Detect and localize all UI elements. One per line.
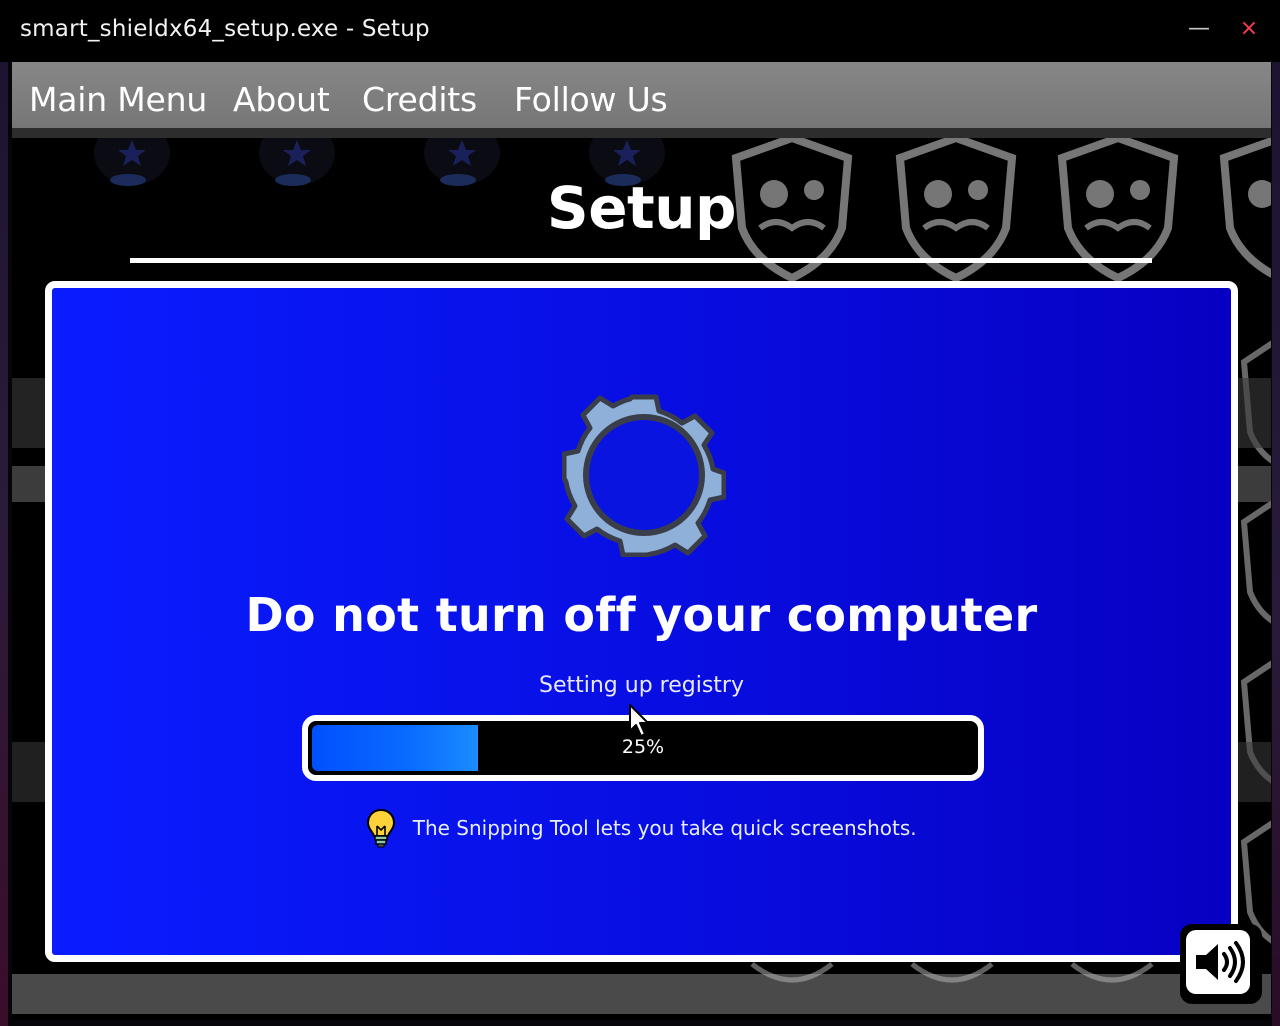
- setup-panel: Do not turn off your computer Setting up…: [45, 281, 1238, 962]
- decorative-bottom-shields: [750, 962, 1154, 983]
- menu-item-credits[interactable]: Credits: [362, 80, 477, 119]
- mouse-cursor-icon: [629, 704, 649, 737]
- tip-row: The Snipping Tool lets you take quick sc…: [52, 808, 1231, 848]
- menu-item-about[interactable]: About: [233, 80, 330, 119]
- progress-percent: 25%: [621, 736, 665, 758]
- setup-window: Main Menu About Credits Follow Us Setup …: [12, 62, 1271, 1020]
- window-titlebar[interactable]: smart_shieldx64_setup.exe - Setup — ×: [0, 0, 1280, 62]
- minimize-button[interactable]: —: [1184, 14, 1214, 44]
- tip-text: The Snipping Tool lets you take quick sc…: [412, 816, 917, 840]
- speaker-icon: [1196, 941, 1245, 983]
- warning-headline: Do not turn off your computer: [245, 588, 1038, 642]
- title-divider: [130, 258, 1152, 263]
- screen: smart_shieldx64_setup.exe - Setup — × Ma…: [0, 0, 1280, 1026]
- menu-bar: Main Menu About Credits Follow Us: [12, 62, 1271, 128]
- menu-item-follow-us[interactable]: Follow Us: [514, 80, 668, 119]
- sound-button-face: [1186, 930, 1250, 994]
- close-button[interactable]: ×: [1234, 14, 1264, 44]
- sound-toggle-button[interactable]: [1180, 924, 1262, 1004]
- lightbulb-icon: [367, 808, 396, 848]
- menu-item-main-menu[interactable]: Main Menu: [29, 80, 207, 119]
- decorative-shield-column: [1240, 340, 1271, 944]
- status-text: Setting up registry: [539, 673, 744, 698]
- window-title: smart_shieldx64_setup.exe - Setup: [20, 16, 430, 42]
- gear-icon: [562, 394, 726, 557]
- page-title: Setup: [546, 174, 737, 242]
